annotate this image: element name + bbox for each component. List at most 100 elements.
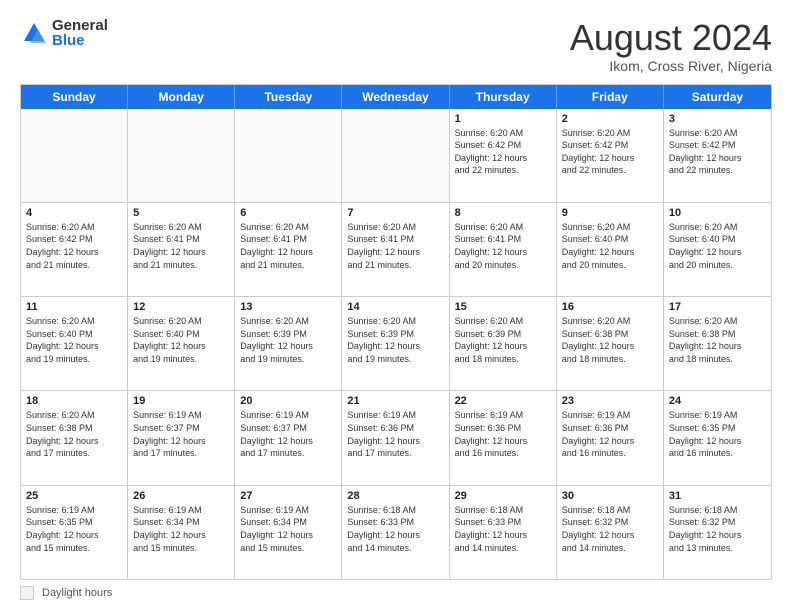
day-number: 5 [133,207,229,219]
cal-cell: 24 Sunrise: 6:19 AM Sunset: 6:35 PM Dayli… [664,391,771,484]
cal-cell: 15 Sunrise: 6:20 AM Sunset: 6:39 PM Dayli… [450,297,557,390]
day-number: 20 [240,395,336,407]
cal-cell: 4Sunrise: 6:20 AM Sunset: 6:42 PM Daylig… [21,203,128,296]
day-info: Sunrise: 6:20 AM Sunset: 6:41 PM Dayligh… [133,221,229,271]
day-info: Sunrise: 6:20 AM Sunset: 6:40 PM Dayligh… [26,315,122,365]
cal-cell: 30 Sunrise: 6:18 AM Sunset: 6:32 PM Dayli… [557,486,664,579]
day-number: 24 [669,395,766,407]
day-number: 2 [562,113,658,125]
calendar: SundayMondayTuesdayWednesdayThursdayFrid… [20,84,772,580]
cal-cell: 20Sunrise: 6:19 AM Sunset: 6:37 PM Dayli… [235,391,342,484]
day-info: Sunrise: 6:20 AM Sunset: 6:38 PM Dayligh… [562,315,658,365]
day-info: Sunrise: 6:20 AM Sunset: 6:40 PM Dayligh… [562,221,658,271]
title-block: August 2024 Ikom, Cross River, Nigeria [570,18,772,74]
day-info: Sunrise: 6:20 AM Sunset: 6:38 PM Dayligh… [669,315,766,365]
cal-cell: 26Sunrise: 6:19 AM Sunset: 6:34 PM Dayli… [128,486,235,579]
month-year: August 2024 [570,18,772,58]
day-info: Sunrise: 6:19 AM Sunset: 6:36 PM Dayligh… [562,409,658,459]
header-day-thursday: Thursday [450,85,557,109]
day-number: 17 [669,301,766,313]
day-info: Sunrise: 6:20 AM Sunset: 6:40 PM Dayligh… [669,221,766,271]
day-info: Sunrise: 6:20 AM Sunset: 6:42 PM Dayligh… [562,127,658,177]
day-info: Sunrise: 6:20 AM Sunset: 6:41 PM Dayligh… [455,221,551,271]
day-info: Sunrise: 6:19 AM Sunset: 6:34 PM Dayligh… [240,504,336,554]
day-number: 11 [26,301,122,313]
header-day-sunday: Sunday [21,85,128,109]
cal-cell: 17 Sunrise: 6:20 AM Sunset: 6:38 PM Dayli… [664,297,771,390]
cal-cell: 31 Sunrise: 6:18 AM Sunset: 6:32 PM Dayli… [664,486,771,579]
cal-week-4: 25Sunrise: 6:19 AM Sunset: 6:35 PM Dayli… [21,486,771,579]
day-number: 15 [455,301,551,313]
day-number: 22 [455,395,551,407]
day-number: 19 [133,395,229,407]
day-number: 4 [26,207,122,219]
day-number: 7 [347,207,443,219]
day-number: 28 [347,490,443,502]
calendar-header: SundayMondayTuesdayWednesdayThursdayFrid… [21,85,771,109]
cal-cell: 8 Sunrise: 6:20 AM Sunset: 6:41 PM Daylig… [450,203,557,296]
day-number: 16 [562,301,658,313]
cal-cell [235,109,342,202]
day-info: Sunrise: 6:19 AM Sunset: 6:35 PM Dayligh… [669,409,766,459]
logo-general-text: General [52,18,108,33]
cal-cell: 2 Sunrise: 6:20 AM Sunset: 6:42 PM Daylig… [557,109,664,202]
cal-week-2: 11 Sunrise: 6:20 AM Sunset: 6:40 PM Dayli… [21,297,771,391]
cal-week-3: 18 Sunrise: 6:20 AM Sunset: 6:38 PM Dayli… [21,391,771,485]
day-info: Sunrise: 6:20 AM Sunset: 6:41 PM Dayligh… [347,221,443,271]
daylight-swatch [20,586,34,600]
day-number: 8 [455,207,551,219]
day-info: Sunrise: 6:20 AM Sunset: 6:41 PM Dayligh… [240,221,336,271]
logo-icon [20,19,48,47]
day-info: Sunrise: 6:20 AM Sunset: 6:39 PM Dayligh… [240,315,336,365]
cal-week-1: 4Sunrise: 6:20 AM Sunset: 6:42 PM Daylig… [21,203,771,297]
cal-cell: 18 Sunrise: 6:20 AM Sunset: 6:38 PM Dayli… [21,391,128,484]
day-info: Sunrise: 6:19 AM Sunset: 6:36 PM Dayligh… [347,409,443,459]
day-info: Sunrise: 6:18 AM Sunset: 6:33 PM Dayligh… [455,504,551,554]
day-info: Sunrise: 6:19 AM Sunset: 6:36 PM Dayligh… [455,409,551,459]
cal-cell: 25Sunrise: 6:19 AM Sunset: 6:35 PM Dayli… [21,486,128,579]
header-day-friday: Friday [557,85,664,109]
day-number: 29 [455,490,551,502]
day-info: Sunrise: 6:20 AM Sunset: 6:38 PM Dayligh… [26,409,122,459]
header-day-wednesday: Wednesday [342,85,449,109]
day-number: 9 [562,207,658,219]
header-day-saturday: Saturday [664,85,771,109]
calendar-body: 1 Sunrise: 6:20 AM Sunset: 6:42 PM Daylig… [21,109,771,579]
cal-cell [128,109,235,202]
daylight-label: Daylight hours [42,587,112,599]
day-number: 18 [26,395,122,407]
day-info: Sunrise: 6:18 AM Sunset: 6:33 PM Dayligh… [347,504,443,554]
logo-blue-text: Blue [52,33,108,48]
cal-cell: 6 Sunrise: 6:20 AM Sunset: 6:41 PM Daylig… [235,203,342,296]
day-number: 1 [455,113,551,125]
day-info: Sunrise: 6:18 AM Sunset: 6:32 PM Dayligh… [562,504,658,554]
day-info: Sunrise: 6:20 AM Sunset: 6:42 PM Dayligh… [455,127,551,177]
cal-cell: 14Sunrise: 6:20 AM Sunset: 6:39 PM Dayli… [342,297,449,390]
day-info: Sunrise: 6:20 AM Sunset: 6:42 PM Dayligh… [669,127,766,177]
cal-cell: 9 Sunrise: 6:20 AM Sunset: 6:40 PM Daylig… [557,203,664,296]
cal-cell: 7 Sunrise: 6:20 AM Sunset: 6:41 PM Daylig… [342,203,449,296]
day-info: Sunrise: 6:20 AM Sunset: 6:39 PM Dayligh… [347,315,443,365]
cal-cell: 23 Sunrise: 6:19 AM Sunset: 6:36 PM Dayli… [557,391,664,484]
cal-week-0: 1 Sunrise: 6:20 AM Sunset: 6:42 PM Daylig… [21,109,771,203]
cal-cell: 16 Sunrise: 6:20 AM Sunset: 6:38 PM Dayli… [557,297,664,390]
header-day-tuesday: Tuesday [235,85,342,109]
day-number: 31 [669,490,766,502]
day-info: Sunrise: 6:20 AM Sunset: 6:39 PM Dayligh… [455,315,551,365]
day-number: 6 [240,207,336,219]
day-number: 25 [26,490,122,502]
day-number: 30 [562,490,658,502]
cal-cell: 12Sunrise: 6:20 AM Sunset: 6:40 PM Dayli… [128,297,235,390]
cal-cell: 11 Sunrise: 6:20 AM Sunset: 6:40 PM Dayli… [21,297,128,390]
cal-cell: 5 Sunrise: 6:20 AM Sunset: 6:41 PM Daylig… [128,203,235,296]
logo-text: General Blue [52,18,108,48]
header: General Blue August 2024 Ikom, Cross Riv… [20,18,772,74]
cal-cell: 1 Sunrise: 6:20 AM Sunset: 6:42 PM Daylig… [450,109,557,202]
cal-cell: 19 Sunrise: 6:19 AM Sunset: 6:37 PM Dayli… [128,391,235,484]
cal-cell [21,109,128,202]
day-number: 23 [562,395,658,407]
page: General Blue August 2024 Ikom, Cross Riv… [0,0,792,612]
day-info: Sunrise: 6:18 AM Sunset: 6:32 PM Dayligh… [669,504,766,554]
day-info: Sunrise: 6:19 AM Sunset: 6:37 PM Dayligh… [133,409,229,459]
logo: General Blue [20,18,108,48]
